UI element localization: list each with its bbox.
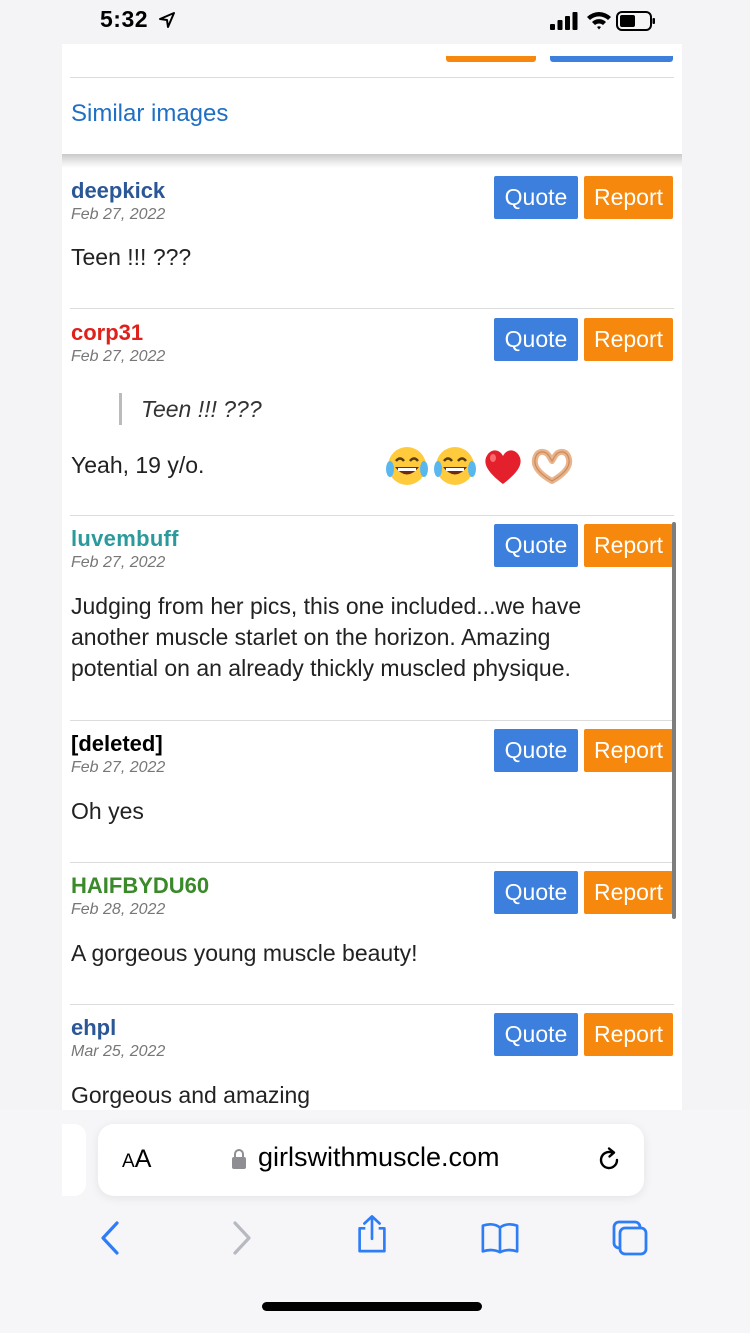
comment-username[interactable]: HAIFBYDU60 xyxy=(71,873,209,899)
comment: [deleted] Feb 27, 2022 Quote Report Oh y… xyxy=(62,721,682,863)
comment-username[interactable]: [deleted] xyxy=(71,731,163,757)
share-icon[interactable] xyxy=(352,1214,392,1254)
heart-hands-icon xyxy=(531,448,573,484)
previous-tab-preview[interactable] xyxy=(62,1124,86,1196)
comment: luvembuff Feb 27, 2022 Quote Report Judg… xyxy=(62,516,682,721)
cellular-signal-icon xyxy=(550,12,578,30)
quote-button[interactable]: Quote xyxy=(494,318,578,361)
comment-username[interactable]: corp31 xyxy=(71,320,143,346)
comment: HAIFBYDU60 Feb 28, 2022 Quote Report A g… xyxy=(62,863,682,1005)
comment-text: Teen !!! ??? xyxy=(71,244,192,270)
comment-username[interactable]: luvembuff xyxy=(71,526,179,552)
scrollbar[interactable] xyxy=(672,522,676,919)
report-button[interactable]: Report xyxy=(584,524,673,567)
partial-button-blue[interactable] xyxy=(550,56,673,62)
section-separator xyxy=(62,154,682,168)
lock-icon xyxy=(232,1149,246,1169)
laughing-tears-icon xyxy=(386,447,428,485)
comment-date: Mar 25, 2022 xyxy=(71,1043,166,1060)
red-heart-icon xyxy=(485,450,521,484)
report-button[interactable]: Report xyxy=(584,318,673,361)
screen: 5:32 Similar images deepkick Feb 27, 202… xyxy=(0,0,750,1333)
comment-date: Feb 27, 2022 xyxy=(71,348,166,365)
quoted-text: Teen !!! ??? xyxy=(119,393,262,425)
report-button[interactable]: Report xyxy=(584,871,673,914)
reader-settings-button[interactable]: AA xyxy=(122,1145,151,1174)
comment-date: Feb 28, 2022 xyxy=(71,901,166,918)
report-button[interactable]: Report xyxy=(584,176,673,219)
home-indicator xyxy=(262,1302,482,1311)
location-arrow-icon xyxy=(159,12,175,28)
tabs-icon[interactable] xyxy=(610,1218,650,1258)
reader-big-a: A xyxy=(134,1145,152,1173)
laughing-tears-icon xyxy=(434,447,476,485)
emoji-row xyxy=(384,442,578,490)
partial-button-orange[interactable] xyxy=(446,56,536,62)
comment: ehpl Mar 25, 2022 Quote Report Gorgeous … xyxy=(62,1005,682,1110)
comment-text: Judging from her pics, this one included… xyxy=(71,593,582,681)
quote-button[interactable]: Quote xyxy=(494,524,578,567)
browser-toolbar: AA girlswithmuscle.com xyxy=(0,1110,750,1333)
reader-small-a: A xyxy=(122,1151,135,1172)
comment-text: Gorgeous and amazing xyxy=(71,1082,311,1108)
reload-icon[interactable] xyxy=(595,1146,623,1174)
status-time: 5:32 xyxy=(100,6,149,32)
comment: corp31 Feb 27, 2022 Quote Report Teen !!… xyxy=(62,309,682,516)
quote-button[interactable]: Quote xyxy=(494,1013,578,1056)
divider xyxy=(70,77,674,78)
comment-text: Oh yes xyxy=(71,798,144,824)
comment-text: A gorgeous young muscle beauty! xyxy=(71,940,418,966)
back-icon[interactable] xyxy=(90,1218,130,1258)
comment: deepkick Feb 27, 2022 Quote Report Teen … xyxy=(62,168,682,309)
similar-images-link[interactable]: Similar images xyxy=(71,100,228,128)
report-button[interactable]: Report xyxy=(584,729,673,772)
comment-text: Yeah, 19 y/o. xyxy=(71,452,205,478)
comment-username[interactable]: deepkick xyxy=(71,178,165,204)
report-button[interactable]: Report xyxy=(584,1013,673,1056)
comment-date: Feb 27, 2022 xyxy=(71,206,166,223)
quote-button[interactable]: Quote xyxy=(494,871,578,914)
forward-icon[interactable] xyxy=(222,1218,262,1258)
comment-username[interactable]: ehpl xyxy=(71,1015,116,1041)
comment-date: Feb 27, 2022 xyxy=(71,554,166,571)
comment-date: Feb 27, 2022 xyxy=(71,759,166,776)
quote-button[interactable]: Quote xyxy=(494,729,578,772)
wifi-icon xyxy=(587,12,611,30)
status-bar: 5:32 xyxy=(0,0,750,44)
bookmarks-icon[interactable] xyxy=(480,1218,520,1258)
quote-button[interactable]: Quote xyxy=(494,176,578,219)
battery-icon xyxy=(616,11,655,31)
web-page: Similar images deepkick Feb 27, 2022 Quo… xyxy=(62,44,682,1110)
url-text[interactable]: girlswithmuscle.com xyxy=(258,1142,500,1173)
address-bar[interactable]: AA girlswithmuscle.com xyxy=(98,1124,644,1196)
